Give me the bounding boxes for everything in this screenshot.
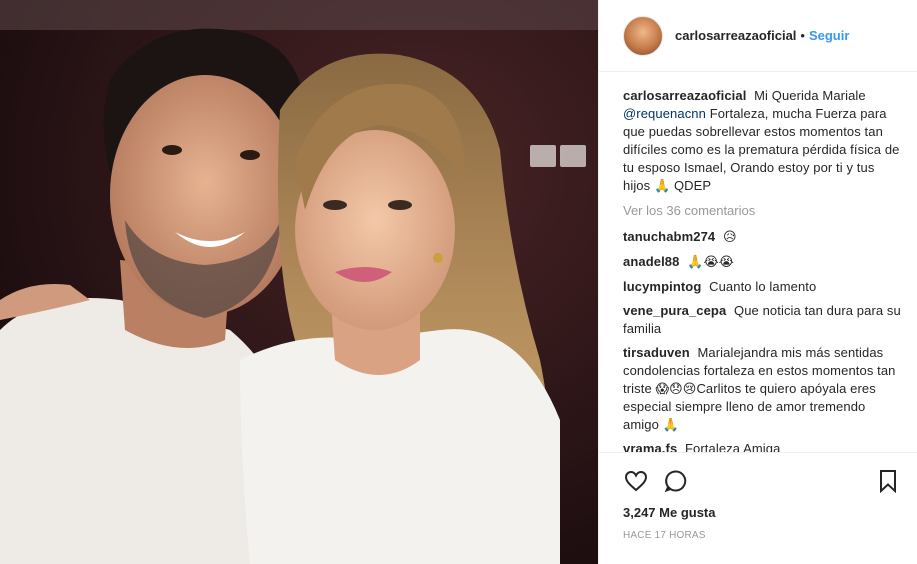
author-username[interactable]: carlosarreazaoficial (675, 28, 796, 43)
caption-text-start: Mi Querida Mariale (754, 88, 866, 103)
view-all-comments-link[interactable]: Ver los 36 comentarios (623, 203, 901, 218)
comment-text: Cuanto lo lamento (709, 279, 817, 294)
comment-item: vene_pura_cepa Que noticia tan dura para… (623, 302, 901, 338)
comments-section: carlosarreazaoficial Mi Querida Mariale … (599, 73, 917, 453)
post-panel: carlosarreazaoficial • Seguir carlosarre… (598, 0, 917, 564)
avatar[interactable] (623, 15, 663, 56)
comment-item: tirsaduven Marialejandra mis más sentida… (623, 344, 901, 434)
follow-button[interactable]: Seguir (809, 28, 849, 43)
post-actions-section: 3,247 Me gusta HACE 17 HORAS (599, 452, 917, 564)
comment-text: 🙏😭😭 (687, 255, 735, 270)
likes-count[interactable]: 3,247 Me gusta (623, 505, 901, 520)
comment-item: anadel88 🙏😭😭 (623, 253, 901, 272)
caption-mention[interactable]: @requenacnn (623, 106, 706, 121)
comment-username[interactable]: tanuchabm274 (623, 229, 715, 244)
post-photo-image (0, 0, 598, 564)
caption: carlosarreazaoficial Mi Querida Mariale … (623, 87, 901, 195)
comment-username[interactable]: vene_pura_cepa (623, 303, 726, 318)
comment-username[interactable]: anadel88 (623, 254, 679, 269)
comment-username[interactable]: lucympintog (623, 279, 701, 294)
caption-username[interactable]: carlosarreazaoficial (623, 88, 746, 103)
post-header: carlosarreazaoficial • Seguir (599, 0, 917, 72)
post-timestamp[interactable]: HACE 17 HORAS (623, 530, 901, 541)
comment-item: tanuchabm274 😥 (623, 228, 901, 247)
heart-icon[interactable] (623, 468, 649, 494)
comment-text: 😥 (722, 230, 737, 245)
comment-username[interactable]: tirsaduven (623, 345, 690, 360)
action-bar (623, 461, 901, 501)
separator-dot: • (800, 28, 805, 43)
comment-item: lucympintog Cuanto lo lamento (623, 278, 901, 296)
bookmark-icon[interactable] (875, 468, 901, 494)
post-photo[interactable] (0, 0, 598, 564)
comment-icon[interactable] (663, 468, 689, 494)
